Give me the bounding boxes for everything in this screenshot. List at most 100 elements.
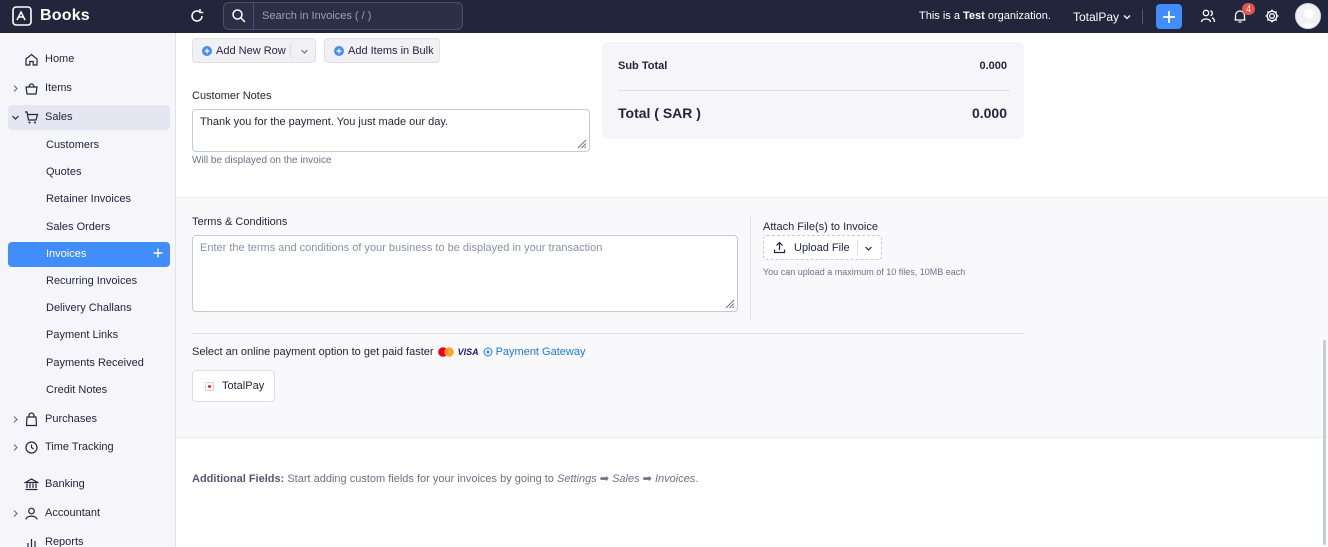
terms-label: Terms & Conditions — [192, 216, 288, 228]
sidebar-item-label: Delivery Challans — [46, 302, 132, 314]
subtotal-value: 0.000 — [979, 60, 1007, 72]
sidebar-item-payments-received[interactable]: Payments Received — [8, 351, 170, 376]
visa-icon: VISA — [457, 347, 479, 357]
bank-icon — [24, 478, 39, 491]
sidebar-item-label: Time Tracking — [45, 441, 114, 453]
settings-path: Settings — [556, 473, 597, 485]
sidebar-item-delivery-challans[interactable]: Delivery Challans — [8, 296, 170, 321]
top-bar: Books This is a Test organization. Total… — [0, 0, 1328, 33]
sidebar-item-label: Invoices — [46, 248, 87, 260]
subtotal-label: Sub Total — [618, 60, 668, 72]
sidebar-item-label: Items — [45, 82, 72, 94]
resize-handle-icon[interactable] — [577, 139, 587, 149]
sidebar-item-label: Home — [45, 53, 75, 65]
sidebar-item-label: Accountant — [45, 507, 101, 519]
org-note-test: Test — [963, 10, 985, 22]
chevron-right-icon[interactable] — [11, 443, 20, 452]
sidebar-item-banking[interactable]: Banking — [8, 472, 170, 497]
chevron-right-icon[interactable] — [11, 84, 20, 93]
sidebar-item-accountant[interactable]: Accountant — [8, 501, 170, 526]
refresh-icon[interactable] — [189, 8, 205, 24]
upload-file-label: Upload File — [794, 241, 850, 254]
customer-notes-hint: Will be displayed on the invoice — [192, 155, 332, 166]
cart-icon — [25, 111, 39, 124]
totalpay-label: TotalPay — [222, 380, 265, 392]
brand[interactable]: Books — [12, 6, 90, 26]
sidebar-item-recurring-invoices[interactable]: Recurring Invoices — [8, 269, 170, 294]
add-items-in-bulk-label: Add Items in Bulk — [348, 44, 434, 57]
org-name: TotalPay — [1073, 10, 1120, 24]
main-content: Add New Row Add Items in Bulk Customer N… — [176, 33, 1328, 547]
attach-files-label: Attach File(s) to Invoice — [763, 221, 878, 233]
users-icon[interactable] — [1200, 8, 1216, 24]
sidebar-item-label: Payments Received — [46, 357, 144, 369]
customer-notes-label: Customer Notes — [192, 90, 272, 102]
divider — [750, 215, 751, 320]
add-new-row-label: Add New Row — [216, 44, 286, 57]
sidebar-item-sales-orders[interactable]: Sales Orders — [8, 215, 170, 240]
customer-notes-value: Thank you for the payment. You just made… — [200, 116, 449, 128]
sidebar-item-retainer-invoices[interactable]: Retainer Invoices — [8, 187, 170, 212]
sidebar-item-label: Sales Orders — [46, 221, 111, 233]
sidebar-item-label: Purchases — [45, 413, 97, 425]
quick-create-button[interactable] — [1156, 4, 1182, 29]
add-invoice-plus-icon[interactable] — [152, 247, 164, 259]
chevron-down-icon[interactable] — [300, 47, 309, 56]
sidebar: Home Items Sales Customers Quotes Retain… — [0, 33, 176, 547]
payment-gateway-link[interactable]: Payment Gateway — [483, 346, 585, 358]
basket-icon — [25, 83, 38, 95]
search-icon[interactable] — [224, 3, 254, 29]
chevron-down-icon[interactable] — [864, 244, 873, 253]
sidebar-item-purchases[interactable]: Purchases — [8, 407, 170, 432]
sidebar-item-quotes[interactable]: Quotes — [8, 160, 170, 185]
search-input[interactable] — [254, 10, 454, 22]
sidebar-item-reports[interactable]: Reports — [8, 530, 170, 547]
search-box[interactable] — [223, 2, 463, 30]
add-new-row-button[interactable]: Add New Row — [192, 38, 316, 63]
sidebar-item-payment-links[interactable]: Payment Links — [8, 323, 170, 348]
attach-files-hint: You can upload a maximum of 10 files, 10… — [763, 267, 966, 277]
app-name: Books — [40, 7, 90, 24]
sidebar-item-label: Sales — [45, 111, 73, 123]
person-icon — [25, 507, 38, 520]
sidebar-item-home[interactable]: Home — [8, 47, 170, 72]
gear-icon[interactable] — [1264, 8, 1280, 24]
arrow-icon: ➡ — [596, 473, 613, 485]
plus-circle-icon — [334, 45, 344, 56]
additional-fields-title: Additional Fields: — [192, 473, 285, 485]
gateway-icon — [483, 347, 493, 357]
divider — [1142, 9, 1143, 24]
resize-handle-icon[interactable] — [725, 299, 735, 309]
scrollbar[interactable] — [1323, 340, 1326, 545]
chevron-right-icon[interactable] — [11, 509, 20, 518]
terms-textarea[interactable]: Enter the terms and conditions of your b… — [192, 235, 738, 312]
plus-icon — [1163, 10, 1175, 23]
sidebar-item-time-tracking[interactable]: Time Tracking — [8, 435, 170, 460]
period: . — [695, 473, 699, 485]
sidebar-item-sales[interactable]: Sales — [8, 105, 170, 130]
totalpay-option-button[interactable]: TotalPay — [192, 370, 275, 402]
sidebar-item-items[interactable]: Items — [8, 76, 170, 101]
mastercard-icon — [437, 347, 454, 357]
additional-fields-text: Start adding custom fields for your invo… — [284, 473, 557, 485]
upload-icon — [773, 241, 786, 254]
avatar[interactable] — [1295, 3, 1321, 29]
add-items-in-bulk-button[interactable]: Add Items in Bulk — [324, 38, 440, 63]
upload-file-button[interactable]: Upload File — [763, 235, 882, 260]
totals-panel: Sub Total 0.000 Total ( SAR ) 0.000 — [602, 42, 1024, 139]
sidebar-item-label: Payment Links — [46, 329, 119, 341]
sidebar-item-invoices[interactable]: Invoices — [8, 242, 170, 267]
chart-icon — [27, 539, 36, 547]
books-logo-icon — [12, 6, 32, 26]
chevron-right-icon[interactable] — [11, 415, 20, 424]
chevron-down-icon[interactable] — [11, 113, 20, 122]
sidebar-item-credit-notes[interactable]: Credit Notes — [8, 378, 170, 403]
clock-icon — [25, 441, 38, 454]
sidebar-item-customers[interactable]: Customers — [8, 133, 170, 158]
divider — [857, 240, 858, 255]
org-switcher[interactable]: TotalPay — [1073, 10, 1131, 24]
plus-circle-icon — [202, 45, 212, 56]
divider — [192, 333, 1024, 334]
customer-notes-textarea[interactable]: Thank you for the payment. You just made… — [192, 109, 590, 152]
org-note-prefix: This is a — [919, 10, 964, 22]
